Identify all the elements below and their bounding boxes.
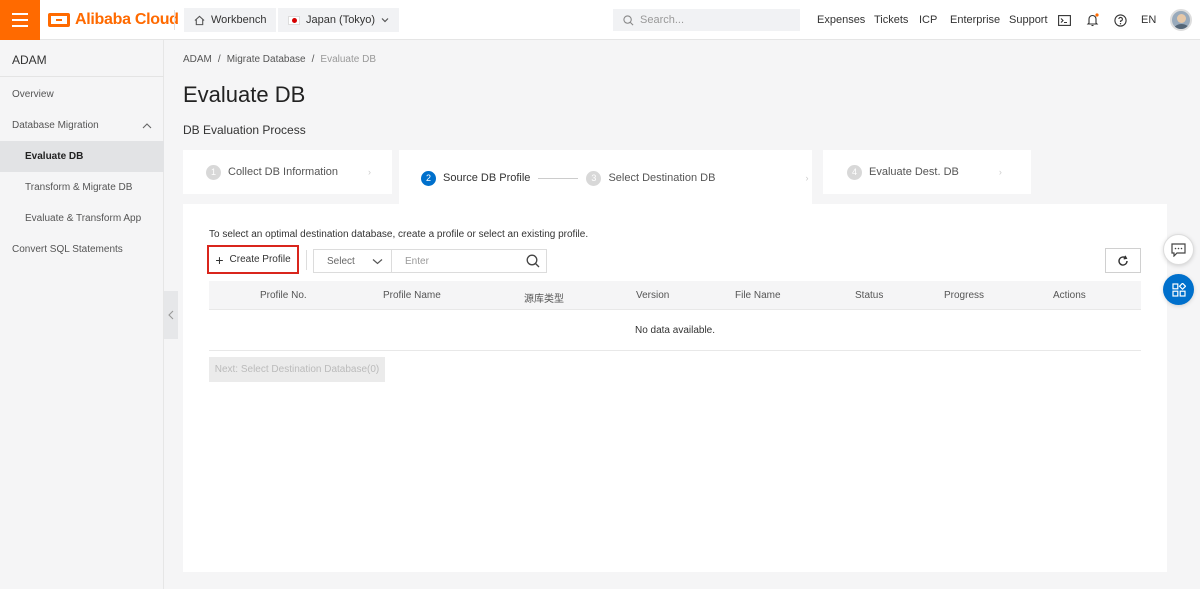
search-icon bbox=[623, 14, 634, 25]
table-header: Profile No. Profile Name 源库类型 Version Fi… bbox=[209, 281, 1141, 310]
column-header-version[interactable]: Version bbox=[636, 290, 669, 301]
step-evaluate-dest-db[interactable]: 4 Evaluate Dest. DB › bbox=[823, 150, 1031, 194]
chevron-right-icon: › bbox=[998, 167, 1002, 177]
step-label: Collect DB Information bbox=[228, 166, 339, 178]
column-header-file-name[interactable]: File Name bbox=[735, 290, 781, 301]
search-input[interactable] bbox=[640, 14, 790, 26]
step-number: 4 bbox=[847, 164, 862, 180]
column-header-profile-no[interactable]: Profile No. bbox=[260, 290, 307, 301]
create-profile-label: Create Profile bbox=[229, 254, 291, 265]
column-header-status[interactable]: Status bbox=[855, 290, 883, 301]
step-collect-db-info[interactable]: 1 Collect DB Information › bbox=[183, 150, 392, 194]
terminal-icon[interactable] bbox=[1056, 12, 1072, 28]
plus-icon: + bbox=[215, 251, 224, 268]
region-label: Japan (Tokyo) bbox=[306, 14, 376, 26]
empty-state-text: No data available. bbox=[634, 324, 716, 336]
toolbar-divider bbox=[306, 250, 307, 270]
sidebar-item-label: Evaluate DB bbox=[25, 151, 84, 162]
step-number: 1 bbox=[206, 164, 221, 180]
chevron-left-icon bbox=[168, 310, 174, 320]
column-header-source-db-type[interactable]: 源库类型 bbox=[524, 290, 564, 305]
japan-flag-icon bbox=[288, 15, 300, 25]
chat-button[interactable] bbox=[1163, 234, 1194, 265]
sidebar: ADAM Overview Database Migration Evaluat… bbox=[0, 40, 164, 589]
nav-expenses[interactable]: Expenses bbox=[817, 0, 865, 40]
breadcrumb-item-migrate-database[interactable]: Migrate Database bbox=[227, 54, 306, 65]
avatar[interactable] bbox=[1170, 9, 1192, 31]
global-search[interactable] bbox=[613, 9, 800, 31]
sidebar-item-label: Evaluate & Transform App bbox=[25, 213, 142, 224]
header-divider bbox=[174, 10, 175, 30]
step-label: Evaluate Dest. DB bbox=[869, 166, 959, 178]
logo-icon bbox=[48, 13, 70, 27]
nav-icp[interactable]: ICP bbox=[919, 0, 937, 40]
workbench-label: Workbench bbox=[211, 14, 267, 26]
sidebar-item-evaluate-db[interactable]: Evaluate DB bbox=[0, 141, 164, 172]
sidebar-item-database-migration[interactable]: Database Migration bbox=[0, 110, 164, 141]
page-title: Evaluate DB bbox=[183, 82, 306, 107]
empty-state: No data available. bbox=[209, 310, 1141, 351]
step-label: Select Destination DB bbox=[608, 172, 716, 184]
sidebar-divider bbox=[0, 76, 164, 77]
filter-search[interactable] bbox=[391, 249, 547, 273]
breadcrumb: ADAM / Migrate Database / Evaluate DB bbox=[183, 54, 376, 65]
nav-support[interactable]: Support bbox=[1009, 0, 1048, 40]
chevron-right-icon: › bbox=[805, 173, 809, 183]
sidebar-item-label: Transform & Migrate DB bbox=[25, 182, 133, 193]
sidebar-item-convert-sql[interactable]: Convert SQL Statements bbox=[0, 234, 164, 265]
nav-tickets[interactable]: Tickets bbox=[874, 0, 908, 40]
filter-select-value: Select bbox=[327, 255, 355, 267]
region-selector[interactable]: Japan (Tokyo) bbox=[278, 8, 400, 32]
step-label: Source DB Profile bbox=[443, 172, 531, 184]
nav-enterprise[interactable]: Enterprise bbox=[950, 0, 1000, 40]
sidebar-item-transform-migrate-db[interactable]: Transform & Migrate DB bbox=[0, 172, 164, 203]
sidebar-item-label: Convert SQL Statements bbox=[12, 244, 123, 255]
next-select-destination-button[interactable]: Next: Select Destination Database(0) bbox=[209, 357, 385, 382]
sidebar-item-label: Overview bbox=[12, 89, 54, 100]
chevron-down-icon bbox=[372, 258, 383, 264]
column-header-actions: Actions bbox=[1053, 290, 1086, 301]
search-icon[interactable] bbox=[526, 254, 540, 268]
filter-input[interactable] bbox=[405, 255, 515, 267]
column-header-profile-name[interactable]: Profile Name bbox=[383, 290, 441, 301]
breadcrumb-separator: / bbox=[311, 54, 315, 65]
logo-text: Alibaba Cloud bbox=[75, 11, 179, 28]
home-icon bbox=[194, 15, 205, 25]
refresh-button[interactable] bbox=[1105, 248, 1141, 273]
chevron-up-icon bbox=[142, 122, 152, 128]
step-number: 2 bbox=[421, 170, 436, 186]
filter-select[interactable]: Select bbox=[313, 249, 392, 273]
intro-text: To select an optimal destination databas… bbox=[209, 229, 589, 240]
apps-button[interactable] bbox=[1163, 274, 1194, 305]
sidebar-item-overview[interactable]: Overview bbox=[0, 79, 164, 110]
chat-icon bbox=[1171, 242, 1186, 257]
alibaba-cloud-logo[interactable]: Alibaba Cloud bbox=[48, 10, 179, 30]
column-header-progress[interactable]: Progress bbox=[944, 290, 984, 301]
next-button-label: Next: Select Destination Database(0) bbox=[214, 364, 380, 375]
step-number: 3 bbox=[586, 170, 602, 186]
top-bar: Alibaba Cloud Workbench Japan (Tokyo) Ex… bbox=[0, 0, 1200, 40]
step-connector bbox=[538, 177, 579, 179]
chevron-down-icon bbox=[381, 18, 389, 23]
sidebar-item-evaluate-transform-app[interactable]: Evaluate & Transform App bbox=[0, 203, 164, 234]
breadcrumb-item-current: Evaluate DB bbox=[320, 54, 376, 65]
language-switch[interactable]: EN bbox=[1141, 0, 1156, 40]
workbench-button[interactable]: Workbench bbox=[184, 8, 277, 32]
bell-icon[interactable] bbox=[1084, 12, 1100, 28]
create-profile-button[interactable]: + Create Profile bbox=[207, 245, 299, 274]
step-source-db-profile[interactable]: 2 Source DB Profile 3 Select Destination… bbox=[399, 150, 812, 206]
sidebar-item-label: Database Migration bbox=[12, 120, 99, 131]
sidebar-title: ADAM bbox=[12, 53, 47, 67]
help-icon[interactable] bbox=[1112, 12, 1128, 28]
hamburger-icon[interactable] bbox=[0, 0, 40, 40]
apps-icon bbox=[1171, 282, 1186, 297]
breadcrumb-item-adam[interactable]: ADAM bbox=[183, 54, 212, 65]
breadcrumb-separator: / bbox=[217, 54, 221, 65]
refresh-icon bbox=[1118, 254, 1128, 266]
page-subtitle: DB Evaluation Process bbox=[183, 123, 306, 137]
chevron-right-icon: › bbox=[368, 167, 372, 177]
sidebar-collapse-handle[interactable] bbox=[164, 291, 178, 339]
